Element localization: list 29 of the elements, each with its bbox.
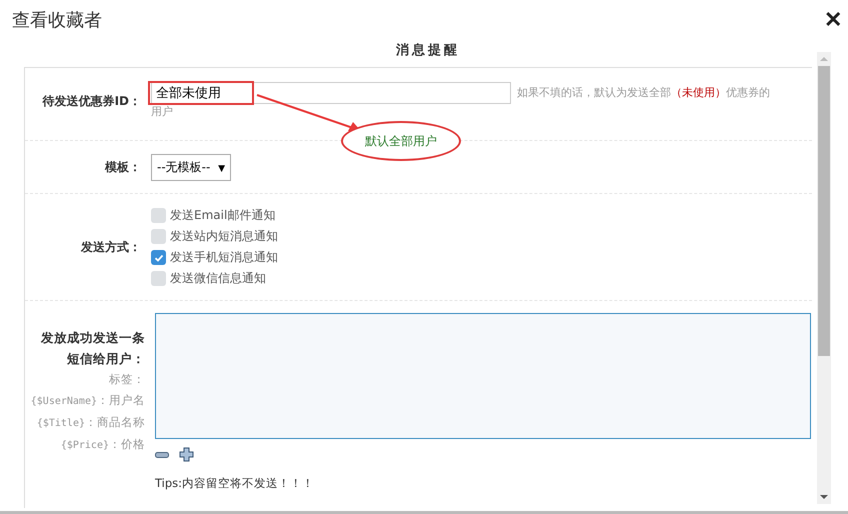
tips-text: Tips:内容留空将不发送！！！ — [155, 476, 316, 491]
hint-text: 如果不填的话，默认为发送全部（未使用）优惠券的 — [517, 85, 770, 101]
field-label: 发送方式： — [81, 238, 141, 256]
checkbox-label: 发送微信信息通知 — [170, 270, 266, 287]
template-dropdown[interactable]: --无模板-- ▼ — [151, 154, 232, 180]
checkbox[interactable] — [151, 208, 166, 223]
coupon-id-field[interactable]: 全部未使用 — [151, 82, 511, 104]
field-label: 待发送优惠券ID： — [42, 93, 141, 110]
checkbox[interactable] — [151, 229, 166, 244]
checkbox-label: 发送站内短消息通知 — [170, 228, 278, 245]
annotation-ellipse: 默认全部用户 — [341, 121, 461, 161]
scrollbar[interactable] — [817, 52, 831, 504]
hint-text: 用户 — [151, 104, 173, 120]
close-button[interactable]: ✕ — [824, 7, 842, 33]
plus-icon[interactable] — [179, 447, 194, 462]
tag-text: 标签： — [109, 371, 145, 388]
checkbox[interactable] — [151, 250, 166, 265]
field-label: 模板： — [105, 158, 141, 176]
dialog-title: 查看收藏者 — [12, 9, 102, 32]
tag-text: {$Price}：价格 — [60, 436, 145, 453]
tag-text: {$Title}：商品名称 — [36, 414, 145, 431]
section-title: 消息提醒 — [395, 42, 461, 60]
checkbox-label: 发送手机短消息通知 — [170, 249, 278, 266]
message-textarea[interactable] — [155, 313, 811, 439]
field-label: 发放成功发送一条短信给用户： — [40, 329, 145, 368]
minus-icon[interactable] — [155, 450, 169, 458]
tag-text: {$UserName}：用户名 — [30, 392, 145, 409]
checkbox-label: 发送Email邮件通知 — [170, 207, 276, 224]
checkbox[interactable] — [151, 271, 166, 286]
